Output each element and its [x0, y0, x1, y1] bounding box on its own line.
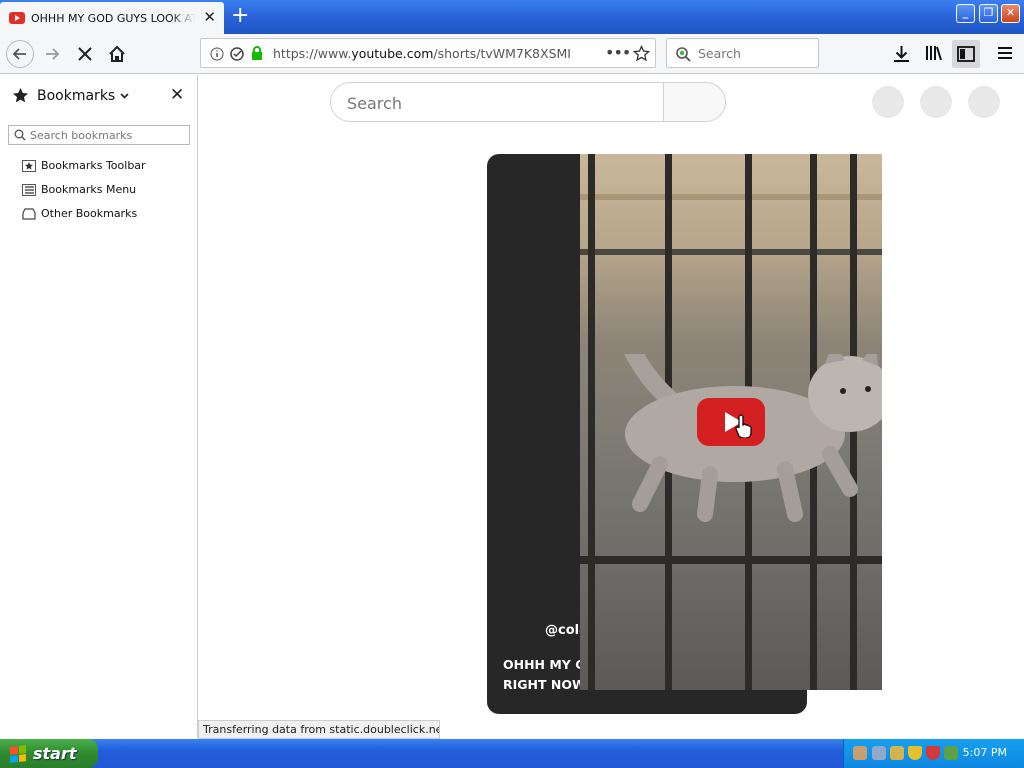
back-arrow-icon: [12, 48, 26, 60]
placeholder-avatar[interactable]: [968, 86, 1000, 118]
sidebar-icon: [957, 46, 975, 62]
play-button[interactable]: [697, 398, 765, 446]
start-button[interactable]: start: [0, 739, 98, 768]
info-icon[interactable]: [210, 47, 224, 61]
new-tab-icon[interactable]: +: [231, 5, 249, 27]
sidebar-item-bookmarks-menu[interactable]: Bookmarks Menu: [22, 183, 136, 196]
youtube-search-placeholder: Search: [347, 94, 402, 113]
window-frame-beam: [580, 249, 882, 255]
placeholder-avatar[interactable]: [920, 86, 952, 118]
tool-icon[interactable]: [890, 746, 904, 760]
sidebar-item-label: Other Bookmarks: [41, 207, 138, 220]
sidebar-item-bookmarks-toolbar[interactable]: Bookmarks Toolbar: [22, 159, 146, 172]
search-bar[interactable]: Search: [666, 38, 819, 68]
tracking-protection-icon[interactable]: [230, 47, 245, 61]
system-tray: 5:07 PM: [843, 739, 1024, 768]
chevron-down-icon: [120, 92, 129, 99]
library-icon[interactable]: [925, 45, 943, 61]
hand-cursor-icon: [735, 414, 752, 438]
sidebar-item-label: Bookmarks Toolbar: [41, 159, 146, 172]
youtube-favicon-icon: [9, 12, 25, 24]
taskbar: start 5:07 PM: [0, 739, 1024, 768]
menu-icon: [22, 183, 36, 196]
back-button[interactable]: [6, 40, 34, 68]
web-content: Search @cola OHHH MY G RIGHT NOW: [199, 75, 1024, 738]
downloads-icon[interactable]: [893, 45, 910, 63]
browser-tab[interactable]: OHHH MY GOD GUYS LOOK AT THI ✕: [0, 2, 224, 34]
railing-rail: [580, 556, 882, 564]
channel-handle[interactable]: @cola: [545, 623, 580, 638]
sidebar-item-other-bookmarks[interactable]: Other Bookmarks: [22, 207, 137, 220]
forward-button[interactable]: [38, 40, 66, 68]
title-bar: OHHH MY GOD GUYS LOOK AT THI ✕ + _ ❐ ✕: [0, 0, 1024, 34]
sidebar-toggle-button[interactable]: [952, 40, 980, 68]
search-engine-icon: [676, 47, 691, 62]
hamburger-menu-icon[interactable]: [997, 46, 1013, 60]
bookmarks-sidebar: Bookmarks ✕ Search bookmarks Bookmarks T…: [0, 75, 198, 738]
stop-loading-button[interactable]: [71, 40, 99, 68]
tab-title: OHHH MY GOD GUYS LOOK AT THI: [31, 11, 195, 25]
toolbar-icon: [22, 159, 36, 172]
page-actions-icon[interactable]: •••: [605, 43, 631, 62]
shield-icon[interactable]: [908, 746, 922, 760]
placeholder-avatar[interactable]: [872, 86, 904, 118]
sidebar-header[interactable]: Bookmarks: [12, 87, 129, 104]
url-text[interactable]: https://www.youtube.com/shorts/tvWM7K8XS…: [273, 46, 571, 61]
video-title-line: RIGHT NOW: [503, 677, 580, 692]
search-placeholder: Search: [698, 46, 741, 61]
video-title: OHHH MY G RIGHT NOW: [503, 655, 580, 695]
sidebar-close-icon[interactable]: ✕: [170, 85, 184, 105]
address-bar[interactable]: https://www.youtube.com/shorts/tvWM7K8XS…: [200, 38, 656, 68]
window-frame-beam: [580, 194, 882, 200]
clock: 5:07 PM: [962, 746, 1007, 759]
status-bar: Transferring data from static.doubleclic…: [198, 720, 440, 739]
stop-x-icon: [78, 47, 92, 61]
video-title-line: OHHH MY G: [503, 657, 580, 672]
youtube-search-input[interactable]: Search: [330, 82, 664, 122]
search-icon: [14, 129, 26, 141]
bookmarks-search-placeholder: Search bookmarks: [30, 129, 133, 142]
bookmark-star-icon[interactable]: [633, 45, 650, 62]
sidebar-title: Bookmarks: [37, 87, 116, 104]
network-icon[interactable]: [853, 746, 867, 760]
lock-icon[interactable]: [251, 46, 263, 61]
folder-icon: [22, 207, 36, 220]
minimize-window-button[interactable]: _: [956, 4, 975, 23]
star-icon: [13, 88, 28, 103]
bookmarks-search-input[interactable]: Search bookmarks: [8, 125, 190, 145]
sidebar-item-label: Bookmarks Menu: [41, 183, 137, 196]
tab-close-icon[interactable]: ✕: [203, 8, 216, 26]
youtube-search-button[interactable]: [663, 82, 726, 122]
home-button[interactable]: [103, 40, 131, 68]
security-alert-icon[interactable]: [926, 746, 940, 760]
forward-arrow-icon: [46, 48, 60, 60]
home-icon: [109, 45, 125, 62]
restore-window-button[interactable]: ❐: [979, 4, 998, 23]
windows-logo-icon: [10, 744, 26, 763]
start-label: start: [33, 744, 77, 763]
railing-bar: [588, 154, 595, 690]
volume-icon[interactable]: [944, 746, 958, 760]
navigation-toolbar: https://www.youtube.com/shorts/tvWM7K8XS…: [0, 34, 1024, 74]
close-window-button[interactable]: ✕: [1001, 4, 1020, 23]
connection-icon[interactable]: [872, 746, 886, 760]
